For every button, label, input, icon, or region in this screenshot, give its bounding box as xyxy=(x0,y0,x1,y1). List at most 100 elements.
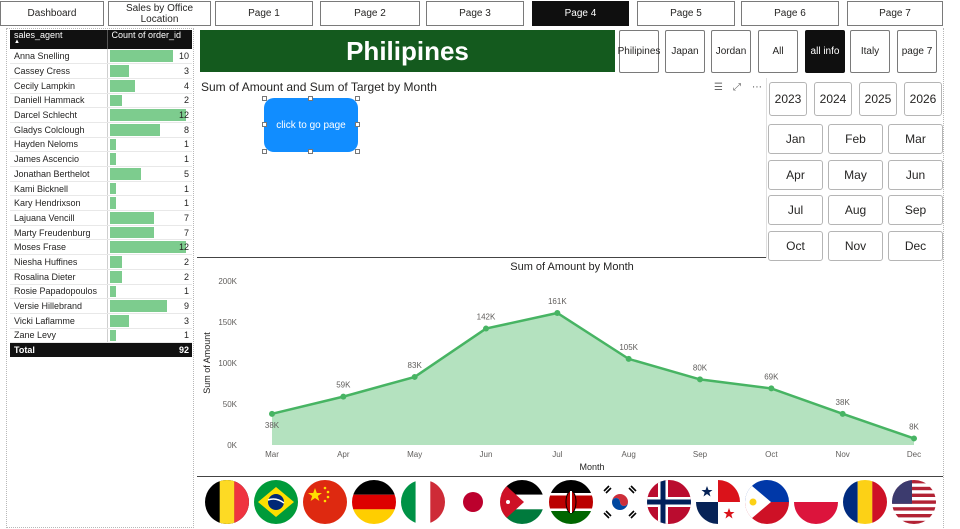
expand-icon[interactable]: ⤢ xyxy=(733,82,741,93)
nav-page-5[interactable]: Page 5 xyxy=(637,1,735,26)
poland-flag[interactable] xyxy=(794,480,839,524)
china-flag[interactable] xyxy=(303,480,348,524)
order-count-value: 5 xyxy=(183,168,189,179)
agent-name: Cecily Lampkin xyxy=(10,78,108,94)
nav-page-6[interactable]: Page 6 xyxy=(741,1,839,26)
country-button-all[interactable]: All xyxy=(758,30,798,73)
philippines-flag[interactable] xyxy=(745,480,790,524)
panama-flag[interactable] xyxy=(696,480,740,524)
resize-handle-left[interactable] xyxy=(262,122,267,127)
agent-name: Jonathan Berthelot xyxy=(10,166,108,182)
month-button-jun[interactable]: Jun xyxy=(888,159,943,190)
data-point[interactable] xyxy=(911,435,917,442)
romania-flag[interactable] xyxy=(843,480,888,524)
nav-page-3[interactable]: Page 3 xyxy=(426,1,524,26)
belgium-flag[interactable] xyxy=(205,480,249,524)
country-button-jordan[interactable]: Jordan xyxy=(711,30,751,73)
germany-flag[interactable] xyxy=(352,480,397,524)
table-row[interactable]: Darcel Schlecht 12 xyxy=(10,107,192,123)
month-button-aug[interactable]: Aug xyxy=(828,195,883,225)
data-point[interactable] xyxy=(483,325,489,332)
resize-handle-bottom[interactable] xyxy=(308,149,313,154)
table-row[interactable]: Anna Snelling 10 xyxy=(10,49,192,65)
table-row[interactable]: Rosalina Dieter 2 xyxy=(10,269,192,285)
table-row[interactable]: Jonathan Berthelot 5 xyxy=(10,166,192,182)
resize-handle-top-left[interactable] xyxy=(262,96,267,101)
data-point[interactable] xyxy=(768,385,775,392)
table-row[interactable]: Rosie Papadopoulos 1 xyxy=(10,284,192,300)
usa-flag[interactable] xyxy=(892,480,937,524)
agent-name: Cassey Cress xyxy=(10,63,108,79)
country-button-italy[interactable]: Italy xyxy=(850,30,890,73)
country-button-all-info[interactable]: all info xyxy=(805,30,845,73)
resize-handle-bottom-left[interactable] xyxy=(262,149,267,154)
year-button-2026[interactable]: 2026 xyxy=(904,82,942,116)
country-button-japan[interactable]: Japan xyxy=(665,30,705,73)
data-point[interactable] xyxy=(554,309,561,316)
table-row[interactable]: Versie Hillebrand 9 xyxy=(10,298,192,314)
resize-handle-top[interactable] xyxy=(308,96,313,101)
table-row[interactable]: Gladys Colclough 8 xyxy=(10,122,192,138)
nav-page-1[interactable]: Page 1 xyxy=(215,1,313,26)
table-row[interactable]: Hayden Neloms 1 xyxy=(10,137,192,153)
table-row[interactable]: Vicki Laflamme 3 xyxy=(10,313,192,329)
resize-handle-bottom-right[interactable] xyxy=(355,149,360,154)
year-button-2023[interactable]: 2023 xyxy=(769,82,807,116)
norway-flag[interactable] xyxy=(646,480,691,524)
month-button-mar[interactable]: Mar xyxy=(888,124,943,154)
column-header-count[interactable]: Count of order_id xyxy=(107,30,192,49)
table-row[interactable]: James Ascencio 1 xyxy=(10,151,192,167)
go-to-page-button[interactable]: click to go page xyxy=(264,98,358,152)
table-row[interactable]: Zane Levy 1 xyxy=(10,328,192,344)
data-point[interactable] xyxy=(697,376,703,383)
more-options-icon[interactable]: ⋯ xyxy=(752,82,762,93)
month-button-nov[interactable]: Nov xyxy=(828,230,883,261)
jordan-flag[interactable] xyxy=(499,480,544,524)
agent-name: Rosie Papadopoulos xyxy=(10,284,108,300)
month-button-sep[interactable]: Sep xyxy=(888,195,943,225)
table-row[interactable]: Moses Frase 12 xyxy=(10,239,192,256)
month-button-apr[interactable]: Apr xyxy=(768,159,823,190)
month-button-feb[interactable]: Feb xyxy=(828,124,883,154)
data-point[interactable] xyxy=(839,410,846,417)
data-point[interactable] xyxy=(411,373,418,380)
data-bar xyxy=(109,329,116,342)
nav-page-4[interactable]: Page 4 xyxy=(532,1,629,26)
table-row[interactable]: Marty Freudenburg 7 xyxy=(10,225,192,241)
resize-handle-right[interactable] xyxy=(355,122,360,127)
resize-handle-top-right[interactable] xyxy=(355,96,360,101)
japan-flag[interactable] xyxy=(450,480,495,524)
month-button-jul[interactable]: Jul xyxy=(768,195,823,225)
month-button-oct[interactable]: Oct xyxy=(768,230,823,261)
order-count-value: 12 xyxy=(178,110,189,121)
table-total-row: Total 92 xyxy=(10,342,192,357)
brazil-flag[interactable] xyxy=(254,480,299,524)
data-point[interactable] xyxy=(269,410,275,417)
nav-page-2[interactable]: Page 2 xyxy=(320,1,420,26)
table-row[interactable]: Daniell Hammack 2 xyxy=(10,93,192,109)
banner-title: Philipines xyxy=(346,35,469,66)
year-button-2025[interactable]: 2025 xyxy=(859,82,897,116)
filter-icon[interactable]: ☰ xyxy=(714,82,723,93)
nav-dashboard[interactable]: Dashboard xyxy=(0,1,104,26)
table-row[interactable]: Kary Hendrixson 1 xyxy=(10,195,192,212)
nav-sales-by-office-location[interactable]: Sales by Office Location xyxy=(108,1,211,26)
column-header-sales-agent[interactable]: sales_agent ▲ xyxy=(10,30,108,49)
year-button-2024[interactable]: 2024 xyxy=(814,82,852,116)
table-row[interactable]: Niesha Huffines 2 xyxy=(10,254,192,270)
table-row[interactable]: Cecily Lampkin 4 xyxy=(10,78,192,94)
italy-flag[interactable] xyxy=(401,480,446,524)
month-button-may[interactable]: May xyxy=(828,159,883,190)
nav-page-7[interactable]: Page 7 xyxy=(847,1,943,26)
data-point[interactable] xyxy=(625,355,632,362)
table-row[interactable]: Kami Bicknell 1 xyxy=(10,181,192,197)
country-button-page-7[interactable]: page 7 xyxy=(897,30,937,73)
data-point[interactable] xyxy=(340,393,347,400)
kenya-flag[interactable] xyxy=(548,480,593,524)
table-row[interactable]: Cassey Cress 3 xyxy=(10,63,192,79)
south-korea-flag[interactable] xyxy=(597,480,642,524)
month-button-jan[interactable]: Jan xyxy=(768,124,823,154)
country-button-philipines[interactable]: Philipines xyxy=(618,30,660,73)
month-button-dec[interactable]: Dec xyxy=(888,230,943,261)
table-row[interactable]: Lajuana Vencill 7 xyxy=(10,210,192,226)
